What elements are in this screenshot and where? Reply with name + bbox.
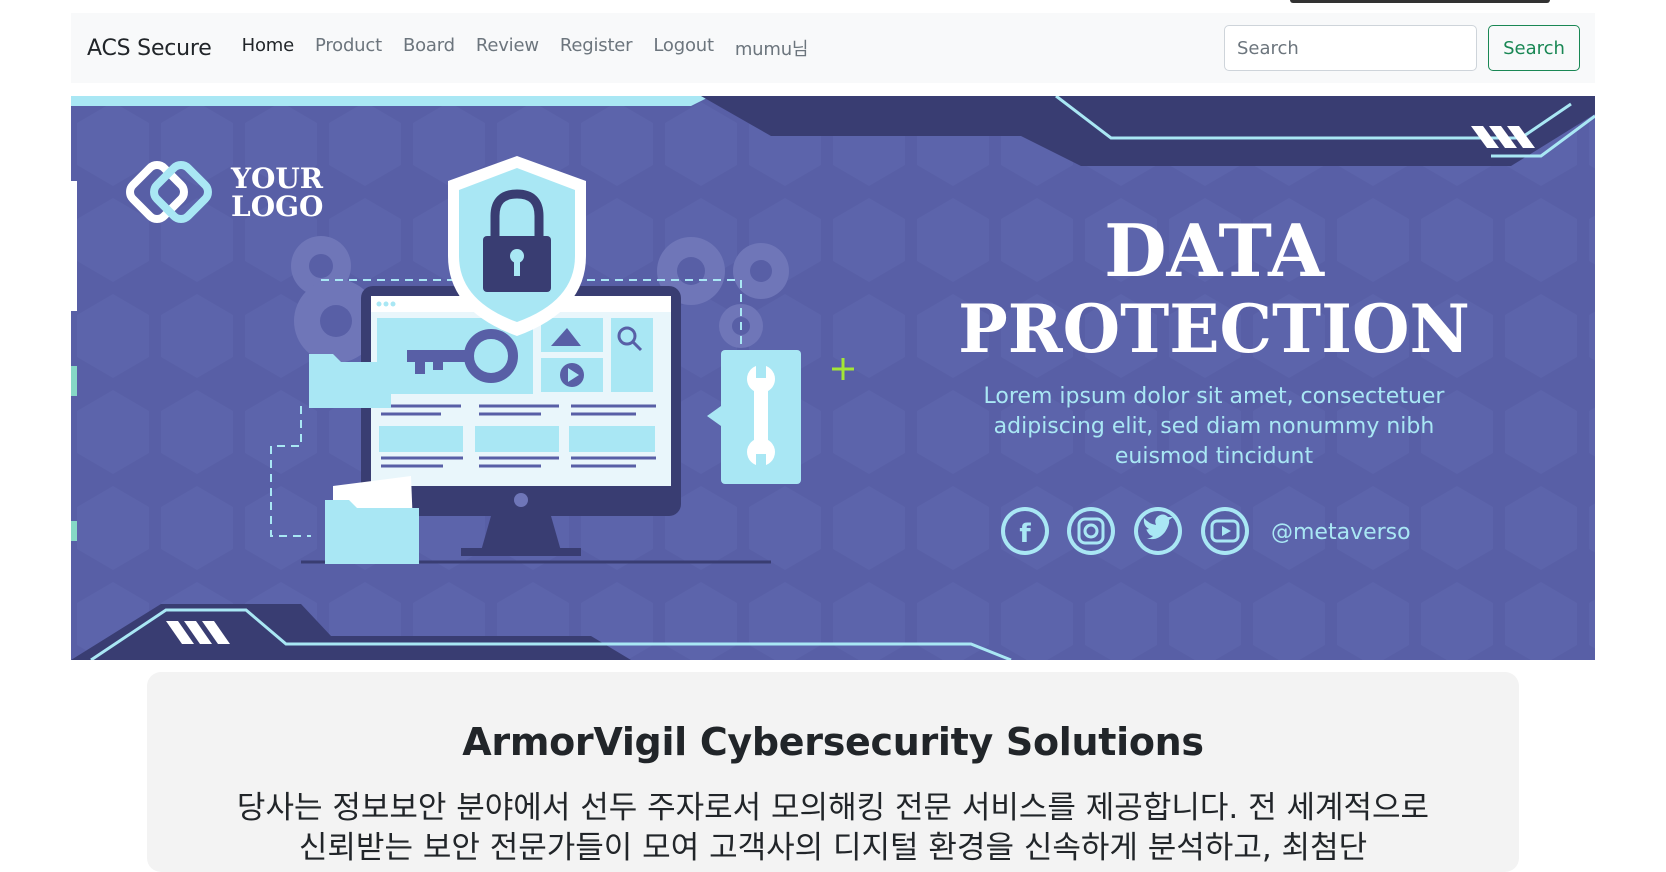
banner-body-line1: Lorem ipsum dolor sit amet, consectetuer: [984, 384, 1446, 409]
nav-item-review[interactable]: Review: [476, 35, 539, 61]
brand-link[interactable]: ACS Secure: [87, 36, 212, 61]
nav-menu: Home Product Board Review Register Logou…: [242, 35, 830, 61]
data-protection-banner-image: YOUR LOGO DATA PROTECTION Lorem ipsum do…: [71, 96, 1595, 660]
instagram-icon: [1067, 507, 1115, 555]
search-input[interactable]: [1224, 25, 1477, 71]
top-navbar: ACS Secure Home Product Board Review Reg…: [71, 13, 1595, 83]
banner-body-line3: euismod tincidunt: [1115, 444, 1314, 469]
banner-headline-line2: PROTECTION: [958, 290, 1470, 368]
intro-card: ArmorVigil Cybersecurity Solutions 당사는 정…: [147, 672, 1519, 872]
window-edge-shadow: [1290, 0, 1550, 3]
search-form: Search: [1224, 25, 1580, 71]
company-title: ArmorVigil Cybersecurity Solutions: [462, 720, 1204, 764]
svg-text:f: f: [1019, 519, 1031, 549]
nav-item-user[interactable]: mumu님: [735, 35, 809, 61]
company-description: 당사는 정보보안 분야에서 선두 주자로서 모의해킹 전문 서비스를 제공합니다…: [236, 790, 1430, 866]
nav-item-home[interactable]: Home: [242, 35, 295, 61]
nav-item-product[interactable]: Product: [315, 35, 382, 61]
logo-text-line2: LOGO: [231, 190, 323, 223]
wrench-icon: [707, 350, 801, 484]
nav-item-logout[interactable]: Logout: [653, 35, 714, 61]
nav-item-register[interactable]: Register: [560, 35, 633, 61]
twitter-icon: [1134, 507, 1182, 555]
banner-body-line2: adipiscing elit, sed diam nonummy nibh: [994, 414, 1435, 439]
youtube-icon: [1201, 507, 1249, 555]
hero-banner: YOUR LOGO DATA PROTECTION Lorem ipsum do…: [71, 96, 1595, 660]
social-handle: @metaverso: [1271, 520, 1411, 545]
nav-item-board[interactable]: Board: [403, 35, 455, 61]
search-button[interactable]: Search: [1488, 25, 1580, 71]
banner-headline-line1: DATA: [1104, 208, 1325, 293]
facebook-icon: f: [1001, 507, 1049, 555]
